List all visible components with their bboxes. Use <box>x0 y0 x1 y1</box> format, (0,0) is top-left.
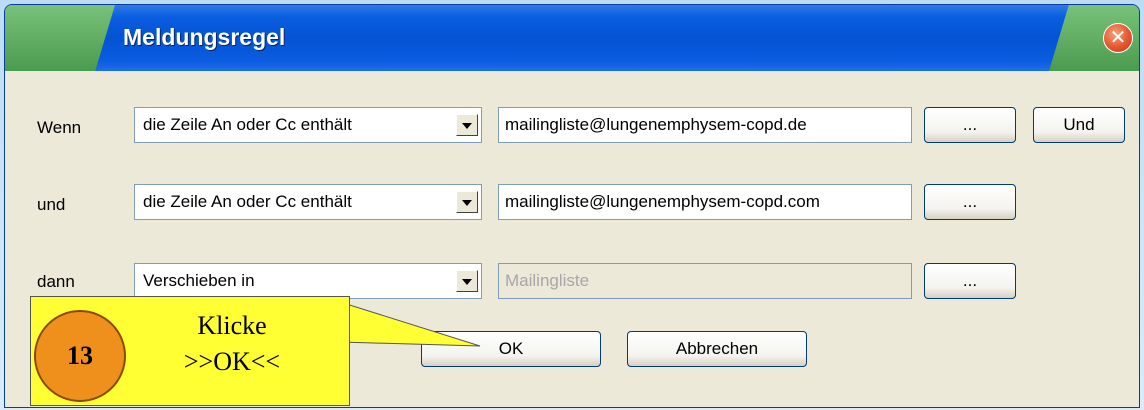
dialog-title: Meldungsregel <box>123 24 286 50</box>
close-icon[interactable]: ✕ <box>1103 23 1133 53</box>
action-select-value: Verschieben in <box>143 271 255 290</box>
address-field-1[interactable]: mailingliste@lungenemphysem-copd.de <box>498 107 912 143</box>
cancel-button[interactable]: Abbrechen <box>627 331 807 367</box>
dropdown-arrow-icon[interactable] <box>456 270 478 292</box>
callout-line-2: >>OK<< <box>183 347 281 376</box>
callout-instruction: Klicke >>OK<< <box>132 308 332 380</box>
target-folder-value: Mailingliste <box>505 271 590 290</box>
row-label-und: und <box>37 195 66 214</box>
address-field-2[interactable]: mailingliste@lungenemphysem-copd.com <box>498 184 912 220</box>
address-field-value: mailingliste@lungenemphysem-copd.de <box>505 115 807 134</box>
browse-button-1[interactable]: ... <box>924 107 1016 143</box>
dropdown-arrow-icon[interactable] <box>456 191 478 213</box>
callout-pointer <box>340 302 481 347</box>
row-label-dann: dann <box>37 272 75 291</box>
condition-select-value: die Zeile An oder Cc enthält <box>143 192 352 211</box>
condition-select-value: die Zeile An oder Cc enthält <box>143 115 352 134</box>
title-bar-left-accent <box>5 5 115 71</box>
step-number-badge: 13 <box>34 310 126 402</box>
address-field-value: mailingliste@lungenemphysem-copd.com <box>505 192 820 211</box>
dropdown-arrow-icon[interactable] <box>456 114 478 136</box>
browse-folder-button[interactable]: ... <box>924 263 1016 299</box>
callout-line-1: Klicke <box>197 311 267 340</box>
action-select[interactable]: Verschieben in <box>134 263 482 299</box>
browse-button-2[interactable]: ... <box>924 184 1016 220</box>
target-folder-field: Mailingliste <box>498 263 912 299</box>
row-label-wenn: Wenn <box>37 118 82 137</box>
condition-select-2[interactable]: die Zeile An oder Cc enthält <box>134 184 482 220</box>
condition-select-1[interactable]: die Zeile An oder Cc enthält <box>134 107 482 143</box>
title-bar[interactable]: Meldungsregel ✕ <box>5 5 1139 71</box>
und-button[interactable]: Und <box>1033 107 1125 143</box>
